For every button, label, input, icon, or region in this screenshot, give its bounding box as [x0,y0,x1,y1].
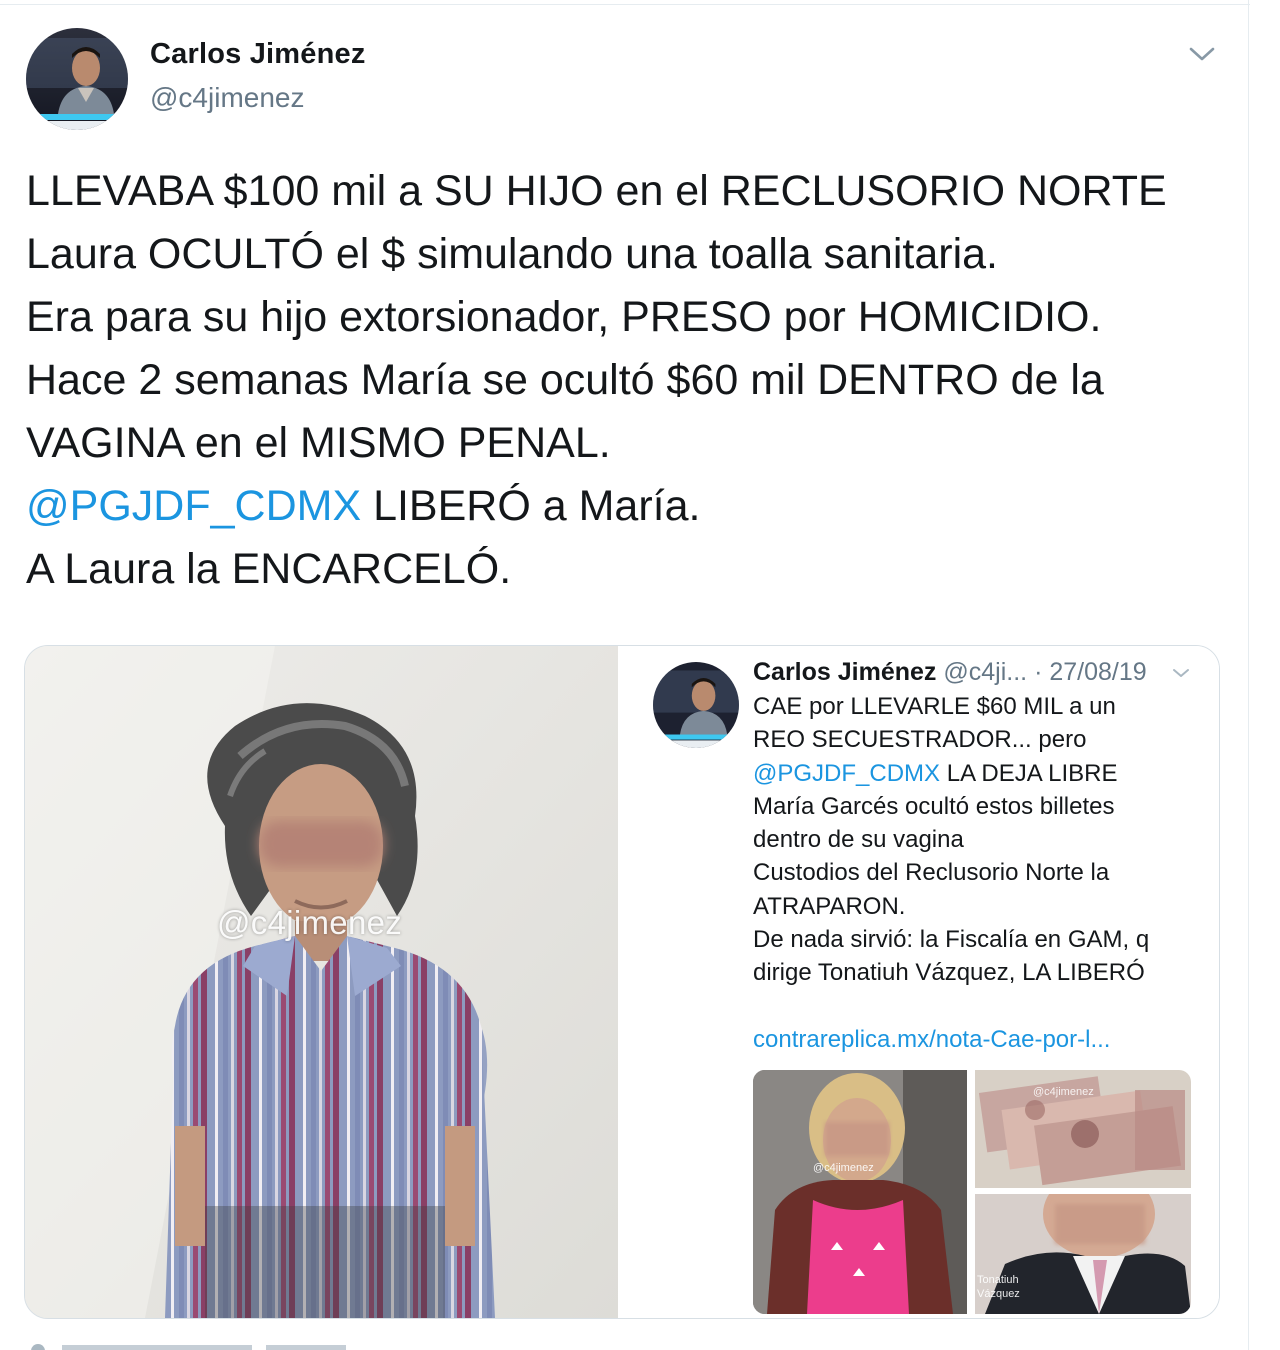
quoted-image-woman[interactable]: @c4jimenez [753,1070,967,1314]
text-segment: Custodios del Reclusorio Norte la [753,859,1110,887]
quoted-image-money[interactable]: @c4jimenez [975,1070,1191,1188]
text-segment: CAE por LLEVARLE $60 MIL a un [753,693,1116,720]
author-avatar[interactable] [26,28,128,130]
quoted-line: De nada sirvió: la Fiscalía en GAM, q [753,923,1213,956]
text-segment: dirige Tonatiuh Vázquez, LA LIBERÓ [753,959,1145,987]
quoted-media-grid[interactable]: @c4jimenez @c4jimenez Tonatiuh Vázquez [753,1070,1191,1314]
mention-link[interactable]: @PGJDF_CDMX [26,482,361,530]
tweet-line: A Laura la ENCARCELÓ. [26,538,1226,601]
tweet-text: LLEVABA $100 mil a SU HIJO en el RECLUSO… [26,160,1226,601]
quoted-author-avatar[interactable] [653,662,739,748]
author-name[interactable]: Carlos Jiménez [150,38,366,71]
text-segment: María Garcés ocultó estos billetes [753,792,1115,820]
quoted-line: ATRAPARON. [753,890,1213,923]
author-handle[interactable]: @c4jimenez [150,82,304,114]
text-segment: ATRAPARON. [753,892,906,920]
frame-right-border [1248,0,1249,1350]
text-segment: dentro de su vagina [753,826,964,854]
text-segment: De nada sirvió: la Fiscalía en GAM, q [753,926,1150,954]
frame-top-border [0,4,1250,5]
quoted-line: dirige Tonatiuh Vázquez, LA LIBERÓ [753,956,1213,989]
man-caption-line1: Tonatiuh [977,1274,1019,1286]
text-segment: LA DEJA LIBRE [940,759,1118,787]
quoted-line: dentro de su vagina [753,823,1213,856]
quoted-text: CAE por LLEVARLE $60 MIL a un REO SECUEST… [753,690,1213,990]
text-segment: A Laura la ENCARCELÓ. [26,545,512,593]
quoted-image-man[interactable]: Tonatiuh Vázquez [975,1194,1191,1314]
quoted-line: CAE por LLEVARLE $60 MIL a un [753,690,1213,723]
quoted-chevron-down-icon[interactable] [1171,664,1191,682]
quoted-line: REO SECUESTRADOR... pero [753,723,1213,756]
quoted-line: Custodios del Reclusorio Norte la [753,856,1213,889]
tweet-line: LLEVABA $100 mil a SU HIJO en el RECLUSO… [26,160,1226,223]
text-segment: VAGINA en el MISMO PENAL. [26,419,611,467]
suspect-photo[interactable]: @c4jimenez [25,646,618,1318]
quoted-line: María Garcés ocultó estos billetes [753,790,1213,823]
text-segment: REO SECUESTRADOR... pero [753,726,1087,754]
tweet-line: Laura OCULTÓ el $ simulando una toalla s… [26,223,1226,286]
quoted-link[interactable]: contrareplica.mx/nota-Cae-por-l... [753,1026,1110,1054]
text-segment: Era para su hijo extorsionador, PRESO po… [26,293,1102,341]
tweet-line: Era para su hijo extorsionador, PRESO po… [26,286,1226,349]
text-segment: Laura OCULTÓ el $ simulando una toalla s… [26,230,998,278]
text-segment: LIBERÓ a María. [361,482,701,530]
footer-cutoff [30,1338,370,1350]
money-image-watermark: @c4jimenez [1033,1086,1094,1098]
quoted-line: @PGJDF_CDMX LA DEJA LIBRE [753,757,1213,790]
quoted-author-handle[interactable]: @c4ji... [943,658,1027,686]
quoted-author-name[interactable]: Carlos Jiménez [753,658,936,686]
photo-watermark: @c4jimenez [217,904,403,941]
text-segment: Hace 2 semanas María se ocultó $60 mil D… [26,356,1104,404]
chevron-down-icon[interactable] [1186,40,1218,68]
quoted-tweet[interactable]: Carlos Jiménez @c4ji... · 27/08/19 CAE p… [619,646,1219,1318]
text-segment: LLEVABA $100 mil a SU HIJO en el RECLUSO… [26,167,1167,215]
tweet-line: Hace 2 semanas María se ocultó $60 mil D… [26,349,1226,412]
man-caption-line2: Vázquez [977,1288,1020,1300]
tweet-line: @PGJDF_CDMX LIBERÓ a María. [26,475,1226,538]
tweet-line: VAGINA en el MISMO PENAL. [26,412,1226,475]
woman-image-watermark: @c4jimenez [813,1162,874,1174]
media-card[interactable]: @c4jimenez Carlos Jiménez @c4ji... · 27/… [24,645,1220,1319]
mention-link[interactable]: @PGJDF_CDMX [753,760,940,787]
quoted-date[interactable]: · 27/08/19 [1034,658,1147,686]
quoted-header: Carlos Jiménez @c4ji... · 27/08/19 [753,658,1147,687]
